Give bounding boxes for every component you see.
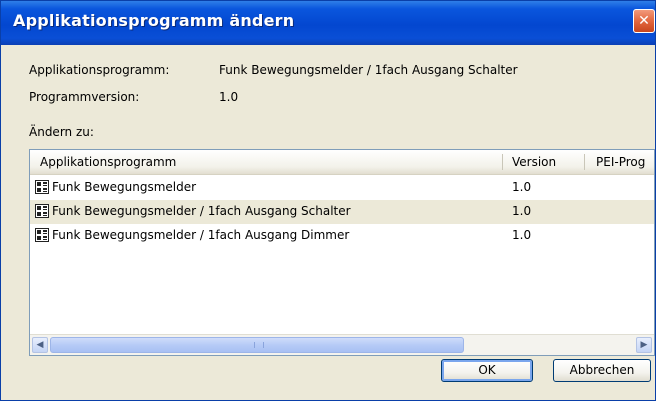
table-row[interactable]: Funk Bewegungsmelder 1.0 [30, 176, 654, 200]
version-cell: 1.0 [512, 180, 532, 194]
close-icon: ✕ [638, 13, 650, 29]
scroll-left-arrow-icon[interactable]: ◀ [32, 337, 48, 353]
cancel-button[interactable]: Abbrechen [553, 359, 651, 382]
dialog-window: Applikationsprogramm ändern ✕ Applikatio… [0, 0, 656, 401]
scroll-right-arrow-icon[interactable]: ▶ [636, 337, 652, 353]
application-program-icon [35, 228, 49, 242]
column-header-program[interactable]: Applikationsprogramm [40, 155, 176, 169]
change-to-label: Ändern zu: [29, 125, 94, 139]
close-button[interactable]: ✕ [633, 9, 655, 33]
program-name-cell: Funk Bewegungsmelder [52, 180, 197, 194]
column-divider[interactable] [584, 154, 585, 170]
column-header-pei-prog[interactable]: PEI-Prog [596, 155, 645, 169]
table-row[interactable]: Funk Bewegungsmelder / 1fach Ausgang Dim… [30, 224, 654, 248]
program-version-value: 1.0 [219, 90, 239, 104]
program-version-label: Programmversion: [29, 90, 140, 104]
ok-button[interactable]: OK [441, 359, 533, 382]
horizontal-scrollbar[interactable]: ◀ ▶ [30, 334, 654, 355]
application-program-icon [35, 204, 49, 218]
list-header: Applikationsprogramm Version PEI-Prog [30, 150, 654, 175]
column-divider[interactable] [502, 154, 503, 170]
version-cell: 1.0 [512, 204, 532, 218]
program-name-cell: Funk Bewegungsmelder / 1fach Ausgang Dim… [52, 228, 350, 242]
program-list[interactable]: Applikationsprogramm Version PEI-Prog Fu… [29, 149, 655, 356]
title-bar[interactable]: Applikationsprogramm ändern ✕ [1, 1, 655, 45]
window-title: Applikationsprogramm ändern [13, 11, 295, 30]
application-program-icon [35, 180, 49, 194]
scrollbar-thumb[interactable] [50, 337, 464, 353]
column-header-version[interactable]: Version [512, 155, 556, 169]
current-program-label: Applikationsprogramm: [29, 63, 170, 77]
version-cell: 1.0 [512, 228, 532, 242]
scrollbar-grip [254, 342, 264, 348]
current-program-value: Funk Bewegungsmelder / 1fach Ausgang Sch… [219, 63, 518, 77]
program-name-cell: Funk Bewegungsmelder / 1fach Ausgang Sch… [52, 204, 351, 218]
table-row[interactable]: Funk Bewegungsmelder / 1fach Ausgang Sch… [30, 200, 654, 224]
